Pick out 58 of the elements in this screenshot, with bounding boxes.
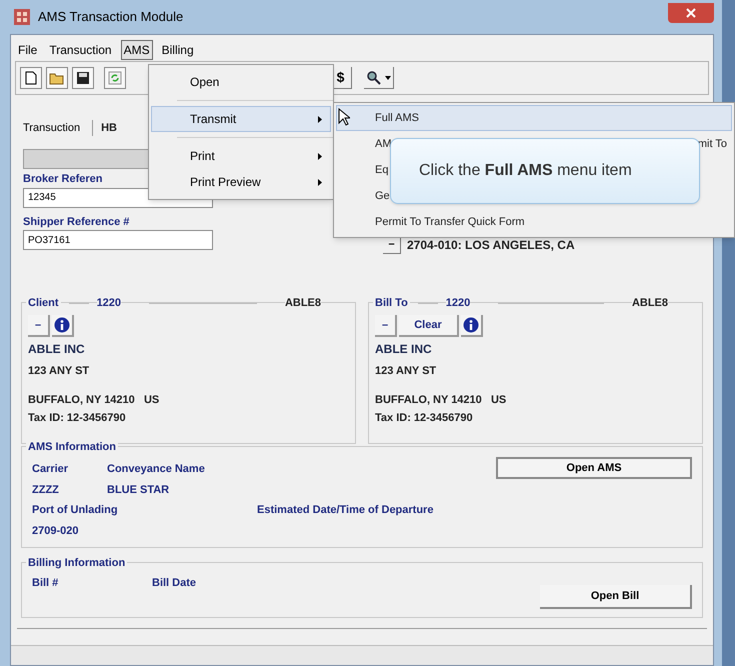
field-label: Estimated Date/Time of Departure — [257, 503, 434, 518]
info-icon — [463, 317, 479, 333]
menu-item[interactable]: Billing — [158, 40, 197, 60]
open-button[interactable] — [46, 67, 68, 89]
tooltip-text: Click the Full AMS menu item — [419, 161, 632, 181]
tab[interactable]: Transuction — [19, 120, 84, 136]
refresh-button[interactable] — [104, 67, 126, 89]
caret-icon — [385, 76, 391, 80]
party-name: ABLE INC — [28, 341, 86, 358]
open-ams-button[interactable]: Open AMS — [496, 457, 692, 479]
field-value: BLUE STAR — [107, 482, 170, 498]
cursor-icon — [338, 108, 350, 126]
field-label: Carrier — [32, 462, 70, 477]
menu-item[interactable]: AMS — [120, 40, 153, 60]
info-icon — [54, 317, 70, 333]
port-text: 2704-010: LOS ANGELES, CA — [407, 237, 575, 254]
menu-item[interactable]: Open — [151, 69, 331, 95]
field-label: Shipper Reference # — [23, 214, 130, 230]
field-label: Conveyance Name — [107, 462, 206, 477]
field-label: Bill # — [32, 576, 60, 591]
address-text: BUFFALO, NY 14210 US — [28, 392, 160, 408]
app-icon — [14, 9, 30, 25]
window-title: AMS Transaction Module — [38, 8, 184, 26]
menu-item[interactable]: Transmit — [151, 106, 331, 132]
address-text: 123 ANY ST — [375, 364, 438, 379]
close-icon — [686, 8, 696, 18]
refresh-icon — [108, 71, 122, 85]
document-icon — [25, 71, 37, 85]
field-value: ZZZZ — [32, 482, 60, 498]
close-button[interactable] — [668, 3, 714, 23]
tax-id-text: Tax ID: 12-3456790 — [375, 411, 474, 426]
address-text: 123 ANY ST — [28, 364, 90, 379]
menu-item[interactable]: Transuction — [46, 40, 115, 60]
action-button[interactable]: Clear — [399, 315, 459, 337]
field-label: Broker Referen — [23, 172, 102, 187]
menu-item[interactable]: Print — [151, 143, 331, 169]
new-document-button[interactable] — [20, 67, 42, 89]
folder-icon — [49, 72, 65, 84]
menu-item[interactable]: Permit To Transfer Quick Form — [336, 209, 732, 235]
action-button[interactable]: – — [28, 315, 50, 337]
open-bill-button[interactable]: Open Bill — [540, 585, 692, 609]
shipper-reference-field[interactable]: PO37161 — [23, 230, 213, 250]
info-button[interactable] — [52, 315, 74, 337]
save-icon — [76, 71, 90, 85]
menu-item[interactable]: Full AMS — [336, 105, 732, 131]
menu-item[interactable]: File — [15, 40, 40, 60]
group-title: Billing Information — [26, 555, 128, 572]
tax-id-text: Tax ID: 12-3456790 — [28, 411, 127, 426]
action-button[interactable]: – — [375, 315, 397, 337]
save-button[interactable] — [72, 67, 94, 89]
tool-button[interactable] — [364, 67, 394, 89]
tab[interactable]: HB — [92, 120, 121, 136]
field-value: 2709-020 — [32, 524, 80, 538]
field-label: Port of Unlading — [32, 503, 119, 518]
address-text: BUFFALO, NY 14210 US — [375, 392, 508, 408]
field-label: Bill Date — [152, 576, 196, 591]
party-name: ABLE INC — [375, 341, 433, 358]
info-button[interactable] — [461, 315, 483, 337]
